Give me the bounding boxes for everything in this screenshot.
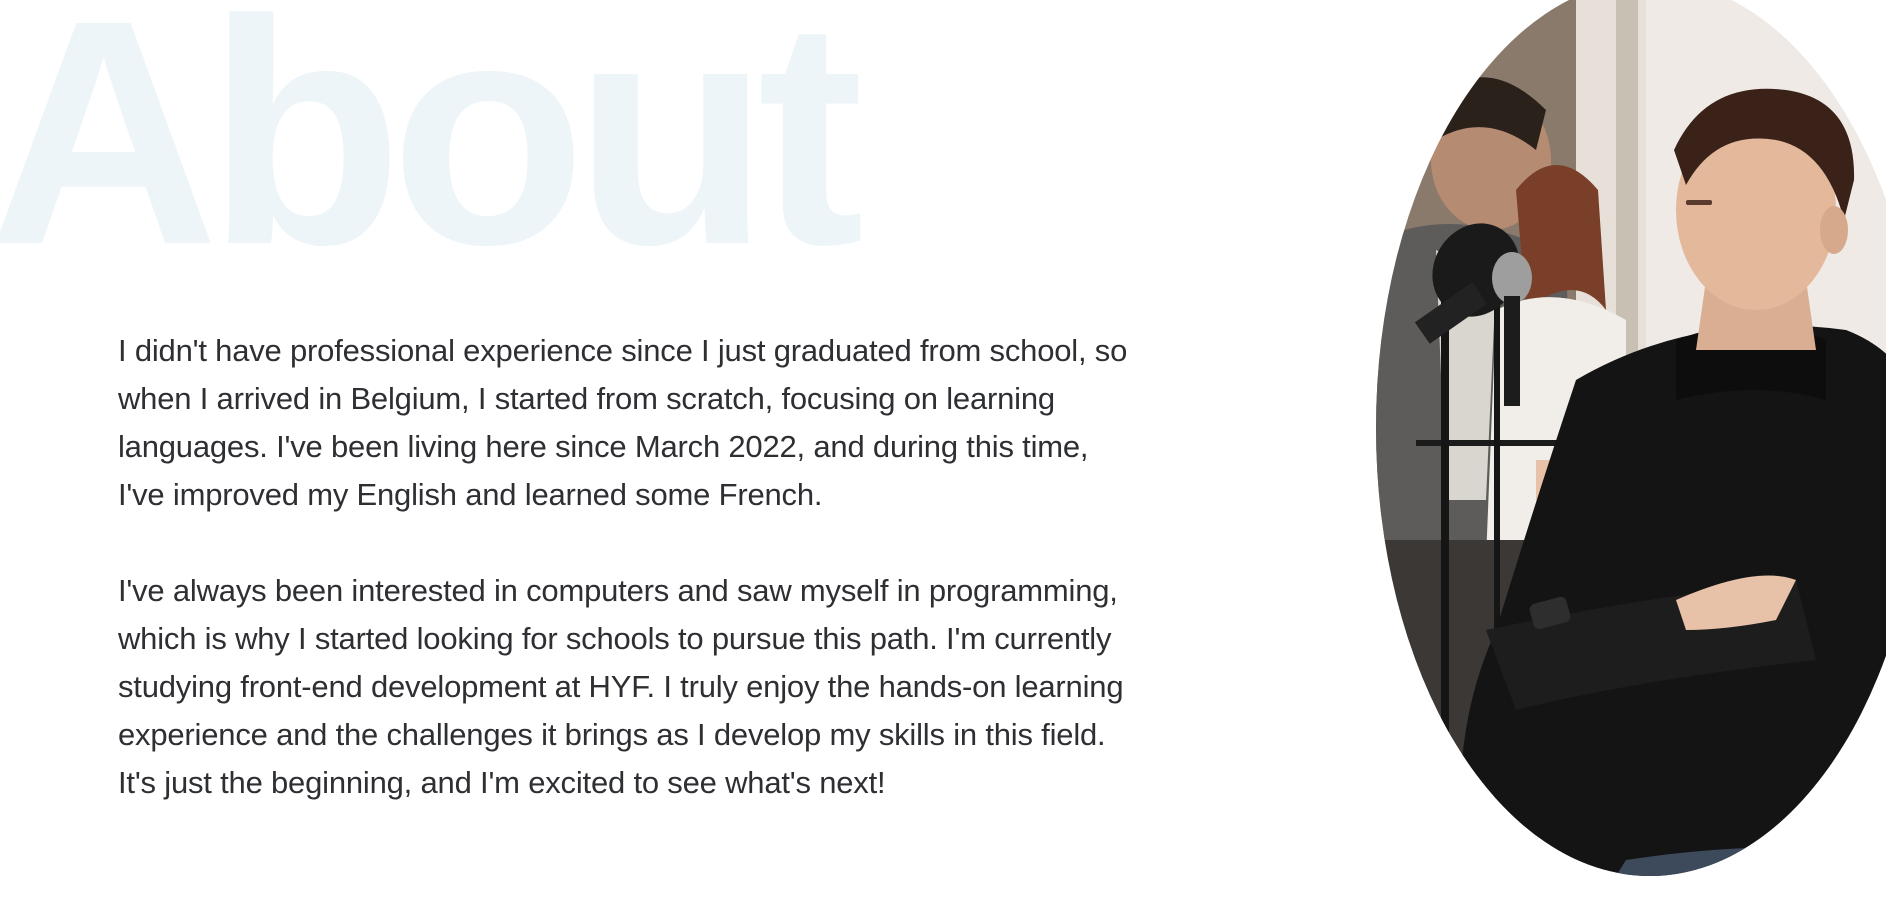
about-heading: About — [0, 0, 864, 311]
bio-paragraph-1: I didn't have professional experience si… — [118, 333, 1128, 512]
about-bio: I didn't have professional experience si… — [118, 327, 1138, 807]
portrait-illustration — [1376, 0, 1886, 876]
portrait-photo — [1376, 0, 1886, 876]
bio-paragraph-2: I've always been interested in computers… — [118, 573, 1124, 800]
about-section: About I didn't have professional experie… — [0, 0, 1886, 897]
